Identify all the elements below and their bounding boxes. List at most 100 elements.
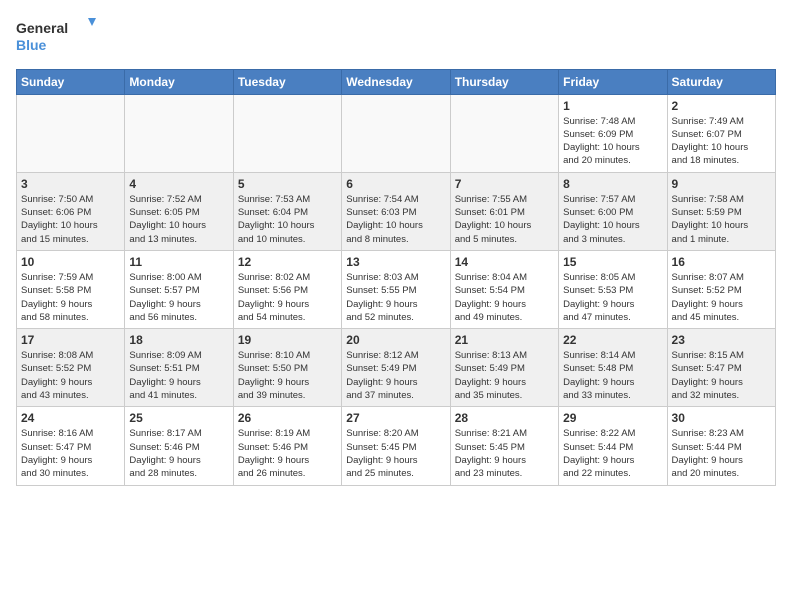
day-number: 20 bbox=[346, 333, 445, 347]
day-info: Sunrise: 8:10 AM Sunset: 5:50 PM Dayligh… bbox=[238, 349, 337, 402]
calendar-day-cell: 1 Sunrise: 7:48 AM Sunset: 6:09 PM Daylig… bbox=[559, 94, 667, 172]
calendar-day-cell: 30Sunrise: 8:23 AM Sunset: 5:44 PM Dayli… bbox=[667, 407, 775, 485]
calendar-day-cell: 12 Sunrise: 8:02 AM Sunset: 5:56 PM Dayli… bbox=[233, 250, 341, 328]
calendar-day-cell: 22 Sunrise: 8:14 AM Sunset: 5:48 PM Dayli… bbox=[559, 329, 667, 407]
day-info: Sunrise: 7:50 AM Sunset: 6:06 PM Dayligh… bbox=[21, 193, 120, 246]
day-info: Sunrise: 8:15 AM Sunset: 5:47 PM Dayligh… bbox=[672, 349, 771, 402]
calendar-day-cell: 8 Sunrise: 7:57 AM Sunset: 6:00 PM Daylig… bbox=[559, 172, 667, 250]
day-info: Sunrise: 8:17 AM Sunset: 5:46 PM Dayligh… bbox=[129, 427, 228, 480]
day-number: 4 bbox=[129, 177, 228, 191]
day-info: Sunrise: 7:59 AM Sunset: 5:58 PM Dayligh… bbox=[21, 271, 120, 324]
day-number: 23 bbox=[672, 333, 771, 347]
calendar-week-row: 10 Sunrise: 7:59 AM Sunset: 5:58 PM Dayli… bbox=[17, 250, 776, 328]
calendar-day-cell bbox=[450, 94, 558, 172]
logo-svg: General Blue bbox=[16, 16, 96, 56]
day-number: 24 bbox=[21, 411, 120, 425]
svg-text:General: General bbox=[16, 20, 68, 36]
svg-text:Blue: Blue bbox=[16, 37, 47, 53]
calendar-day-cell: 2Sunrise: 7:49 AM Sunset: 6:07 PM Daylig… bbox=[667, 94, 775, 172]
day-number: 28 bbox=[455, 411, 554, 425]
calendar-day-cell: 15 Sunrise: 8:05 AM Sunset: 5:53 PM Dayli… bbox=[559, 250, 667, 328]
day-info: Sunrise: 8:12 AM Sunset: 5:49 PM Dayligh… bbox=[346, 349, 445, 402]
weekday-header-sunday: Sunday bbox=[17, 69, 125, 94]
day-number: 29 bbox=[563, 411, 662, 425]
day-number: 5 bbox=[238, 177, 337, 191]
calendar-day-cell: 6Sunrise: 7:54 AM Sunset: 6:03 PM Daylig… bbox=[342, 172, 450, 250]
weekday-header-tuesday: Tuesday bbox=[233, 69, 341, 94]
day-info: Sunrise: 8:20 AM Sunset: 5:45 PM Dayligh… bbox=[346, 427, 445, 480]
weekday-header-thursday: Thursday bbox=[450, 69, 558, 94]
logo-text-block: General Blue bbox=[16, 16, 96, 61]
day-info: Sunrise: 8:07 AM Sunset: 5:52 PM Dayligh… bbox=[672, 271, 771, 324]
calendar-header-row: SundayMondayTuesdayWednesdayThursdayFrid… bbox=[17, 69, 776, 94]
day-number: 7 bbox=[455, 177, 554, 191]
day-number: 10 bbox=[21, 255, 120, 269]
day-number: 17 bbox=[21, 333, 120, 347]
day-number: 1 bbox=[563, 99, 662, 113]
day-info: Sunrise: 8:23 AM Sunset: 5:44 PM Dayligh… bbox=[672, 427, 771, 480]
day-info: Sunrise: 7:53 AM Sunset: 6:04 PM Dayligh… bbox=[238, 193, 337, 246]
calendar-table: SundayMondayTuesdayWednesdayThursdayFrid… bbox=[16, 69, 776, 486]
day-info: Sunrise: 8:03 AM Sunset: 5:55 PM Dayligh… bbox=[346, 271, 445, 324]
day-number: 13 bbox=[346, 255, 445, 269]
day-number: 16 bbox=[672, 255, 771, 269]
calendar-day-cell: 14 Sunrise: 8:04 AM Sunset: 5:54 PM Dayli… bbox=[450, 250, 558, 328]
day-info: Sunrise: 8:09 AM Sunset: 5:51 PM Dayligh… bbox=[129, 349, 228, 402]
calendar-day-cell: 27 Sunrise: 8:20 AM Sunset: 5:45 PM Dayli… bbox=[342, 407, 450, 485]
weekday-header-wednesday: Wednesday bbox=[342, 69, 450, 94]
calendar-day-cell: 18 Sunrise: 8:09 AM Sunset: 5:51 PM Dayli… bbox=[125, 329, 233, 407]
day-number: 26 bbox=[238, 411, 337, 425]
day-number: 14 bbox=[455, 255, 554, 269]
day-info: Sunrise: 7:55 AM Sunset: 6:01 PM Dayligh… bbox=[455, 193, 554, 246]
day-number: 22 bbox=[563, 333, 662, 347]
calendar-day-cell: 17 Sunrise: 8:08 AM Sunset: 5:52 PM Dayli… bbox=[17, 329, 125, 407]
calendar-day-cell: 23 Sunrise: 8:15 AM Sunset: 5:47 PM Dayli… bbox=[667, 329, 775, 407]
day-info: Sunrise: 7:58 AM Sunset: 5:59 PM Dayligh… bbox=[672, 193, 771, 246]
calendar-day-cell: 28 Sunrise: 8:21 AM Sunset: 5:45 PM Dayli… bbox=[450, 407, 558, 485]
day-info: Sunrise: 7:54 AM Sunset: 6:03 PM Dayligh… bbox=[346, 193, 445, 246]
calendar-week-row: 3Sunrise: 7:50 AM Sunset: 6:06 PM Daylig… bbox=[17, 172, 776, 250]
day-info: Sunrise: 8:02 AM Sunset: 5:56 PM Dayligh… bbox=[238, 271, 337, 324]
calendar-day-cell: 4 Sunrise: 7:52 AM Sunset: 6:05 PM Daylig… bbox=[125, 172, 233, 250]
weekday-header-saturday: Saturday bbox=[667, 69, 775, 94]
day-number: 12 bbox=[238, 255, 337, 269]
day-number: 15 bbox=[563, 255, 662, 269]
calendar-day-cell: 19Sunrise: 8:10 AM Sunset: 5:50 PM Dayli… bbox=[233, 329, 341, 407]
day-info: Sunrise: 8:14 AM Sunset: 5:48 PM Dayligh… bbox=[563, 349, 662, 402]
day-number: 18 bbox=[129, 333, 228, 347]
day-info: Sunrise: 7:48 AM Sunset: 6:09 PM Dayligh… bbox=[563, 115, 662, 168]
day-info: Sunrise: 8:05 AM Sunset: 5:53 PM Dayligh… bbox=[563, 271, 662, 324]
calendar-day-cell: 29 Sunrise: 8:22 AM Sunset: 5:44 PM Dayli… bbox=[559, 407, 667, 485]
calendar-day-cell: 21Sunrise: 8:13 AM Sunset: 5:49 PM Dayli… bbox=[450, 329, 558, 407]
day-info: Sunrise: 8:19 AM Sunset: 5:46 PM Dayligh… bbox=[238, 427, 337, 480]
calendar-day-cell bbox=[17, 94, 125, 172]
page-header: General Blue bbox=[16, 16, 776, 61]
calendar-day-cell: 11 Sunrise: 8:00 AM Sunset: 5:57 PM Dayli… bbox=[125, 250, 233, 328]
calendar-day-cell: 9 Sunrise: 7:58 AM Sunset: 5:59 PM Daylig… bbox=[667, 172, 775, 250]
calendar-day-cell bbox=[125, 94, 233, 172]
calendar-day-cell: 3Sunrise: 7:50 AM Sunset: 6:06 PM Daylig… bbox=[17, 172, 125, 250]
calendar-day-cell: 7 Sunrise: 7:55 AM Sunset: 6:01 PM Daylig… bbox=[450, 172, 558, 250]
day-number: 8 bbox=[563, 177, 662, 191]
day-number: 11 bbox=[129, 255, 228, 269]
day-info: Sunrise: 8:00 AM Sunset: 5:57 PM Dayligh… bbox=[129, 271, 228, 324]
calendar-week-row: 24Sunrise: 8:16 AM Sunset: 5:47 PM Dayli… bbox=[17, 407, 776, 485]
day-number: 27 bbox=[346, 411, 445, 425]
day-info: Sunrise: 8:21 AM Sunset: 5:45 PM Dayligh… bbox=[455, 427, 554, 480]
day-info: Sunrise: 7:57 AM Sunset: 6:00 PM Dayligh… bbox=[563, 193, 662, 246]
weekday-header-friday: Friday bbox=[559, 69, 667, 94]
day-info: Sunrise: 8:04 AM Sunset: 5:54 PM Dayligh… bbox=[455, 271, 554, 324]
logo: General Blue bbox=[16, 16, 96, 61]
day-number: 2 bbox=[672, 99, 771, 113]
weekday-header-monday: Monday bbox=[125, 69, 233, 94]
day-info: Sunrise: 8:08 AM Sunset: 5:52 PM Dayligh… bbox=[21, 349, 120, 402]
day-number: 9 bbox=[672, 177, 771, 191]
day-number: 25 bbox=[129, 411, 228, 425]
calendar-day-cell bbox=[342, 94, 450, 172]
day-info: Sunrise: 8:22 AM Sunset: 5:44 PM Dayligh… bbox=[563, 427, 662, 480]
calendar-day-cell: 16 Sunrise: 8:07 AM Sunset: 5:52 PM Dayli… bbox=[667, 250, 775, 328]
calendar-day-cell: 26 Sunrise: 8:19 AM Sunset: 5:46 PM Dayli… bbox=[233, 407, 341, 485]
day-info: Sunrise: 7:52 AM Sunset: 6:05 PM Dayligh… bbox=[129, 193, 228, 246]
calendar-day-cell: 10 Sunrise: 7:59 AM Sunset: 5:58 PM Dayli… bbox=[17, 250, 125, 328]
calendar-day-cell: 24Sunrise: 8:16 AM Sunset: 5:47 PM Dayli… bbox=[17, 407, 125, 485]
